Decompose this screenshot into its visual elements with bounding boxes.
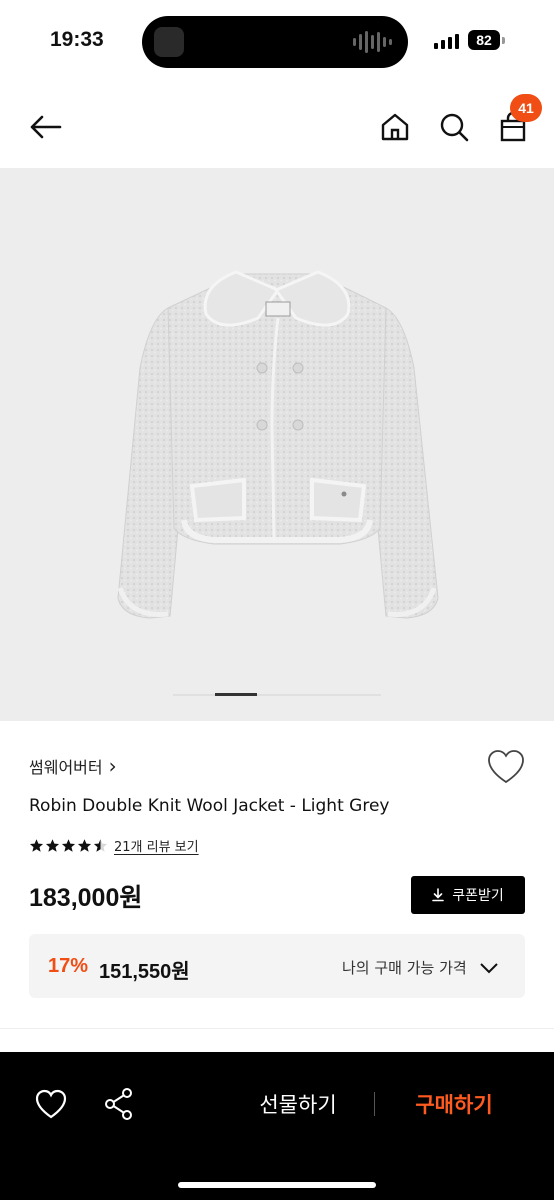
star-icon: [45, 839, 60, 852]
product-title: Robin Double Knit Wool Jacket - Light Gr…: [29, 796, 390, 816]
star-rating: [29, 838, 108, 853]
top-nav: [0, 84, 554, 168]
discount-percent: 17%: [48, 955, 89, 977]
rating-row: 21개 리뷰 보기: [29, 836, 199, 855]
gallery-pager-active: [215, 693, 257, 696]
signal-icon: [434, 33, 459, 49]
status-time: 19:33: [50, 28, 104, 51]
dynamic-island: [142, 16, 408, 68]
buy-button[interactable]: 구매하기: [395, 1088, 513, 1122]
star-icon: [29, 839, 44, 852]
chevron-right-icon: ›: [108, 754, 117, 778]
coupon-button[interactable]: 쿠폰받기: [411, 876, 525, 914]
share-button[interactable]: [102, 1086, 136, 1122]
bottom-bar-separator: [374, 1092, 375, 1116]
star-icon: [77, 839, 92, 852]
audio-wave-icon: [353, 30, 392, 54]
search-icon: [440, 113, 469, 142]
coupon-label: 쿠폰받기: [452, 888, 504, 904]
home-indicator: [178, 1182, 376, 1188]
download-icon: [432, 888, 445, 902]
status-bar: 19:33 82: [0, 0, 554, 84]
share-icon: [105, 1088, 132, 1120]
battery-icon: [502, 37, 505, 44]
product-image-gallery[interactable]: [0, 168, 554, 721]
home-button[interactable]: [376, 108, 414, 146]
my-price-toggle[interactable]: 나의 구매 가능 가격: [342, 957, 499, 978]
now-playing-thumbnail: [154, 27, 184, 57]
gift-button[interactable]: 선물하기: [236, 1088, 360, 1122]
battery-level: 82: [468, 30, 500, 50]
original-price: 183,000원: [29, 884, 143, 912]
bottom-action-bar: 선물하기 구매하기: [0, 1052, 554, 1200]
product-image: [117, 270, 439, 619]
gallery-pager: [173, 693, 381, 696]
my-price-label: 나의 구매 가능 가격: [342, 959, 467, 977]
cart-count-badge: 41: [510, 94, 542, 122]
search-button[interactable]: [435, 108, 473, 146]
heart-icon: [35, 1089, 67, 1119]
my-price-box[interactable]: 17% 151,550원 나의 구매 가능 가격: [29, 934, 525, 998]
brand-name: 썸웨어버터: [29, 758, 103, 777]
bottom-wishlist-button[interactable]: [34, 1088, 68, 1120]
discount-price: 151,550원: [99, 961, 190, 983]
back-button[interactable]: [26, 108, 64, 146]
section-divider: [0, 1028, 554, 1029]
brand-link[interactable]: 썸웨어버터 ›: [29, 754, 117, 778]
chevron-down-icon: [480, 962, 498, 973]
wishlist-button[interactable]: [486, 748, 526, 786]
home-icon: [381, 113, 409, 141]
arrow-left-icon: [30, 115, 62, 139]
review-link[interactable]: 21개 리뷰 보기: [114, 836, 199, 855]
heart-icon: [488, 750, 524, 784]
half-star-icon: [93, 839, 108, 852]
star-icon: [61, 839, 76, 852]
